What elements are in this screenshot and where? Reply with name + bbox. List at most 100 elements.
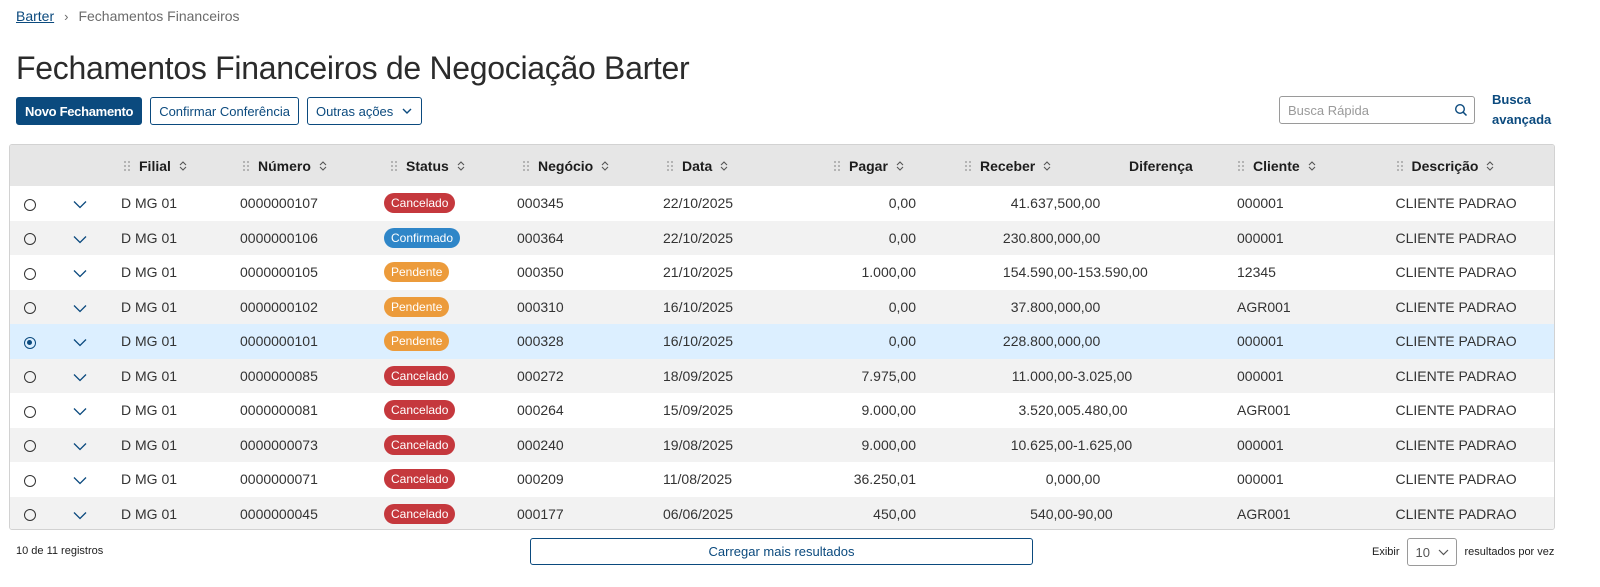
page-size-select[interactable]: 10 (1406, 538, 1457, 566)
sort-icon[interactable] (179, 160, 187, 172)
cell-negocio: 000240 (517, 436, 564, 453)
drag-handle-icon[interactable] (123, 160, 131, 172)
cell-diferenca: 0,00 (1073, 471, 1101, 488)
cell-pagar: 0,00 (888, 229, 916, 246)
cell-spacer (1100, 462, 1237, 497)
sort-icon[interactable] (1043, 160, 1051, 172)
column-header-descricao[interactable]: Descrição (1396, 145, 1555, 186)
advanced-search-link[interactable]: Busca avançada (1492, 90, 1562, 130)
cell-status: Cancelado (384, 497, 517, 530)
row-expand-cell (57, 186, 121, 221)
cell-numero: 0000000073 (240, 436, 318, 453)
chevron-down-icon[interactable] (73, 476, 87, 485)
chevron-down-icon[interactable] (73, 200, 87, 209)
cell-negocio: 000364 (517, 229, 564, 246)
drag-handle-icon[interactable] (666, 160, 674, 172)
chevron-down-icon (1438, 549, 1448, 556)
drag-handle-icon[interactable] (964, 160, 972, 172)
sort-icon[interactable] (319, 160, 327, 172)
new-closing-button[interactable]: Novo Fechamento (16, 97, 143, 125)
table-row[interactable]: D MG 01 0000000073 Cancelado 000240 19/0… (10, 427, 1554, 462)
cell-receber: 11.000,00 (1011, 367, 1073, 384)
cell-cliente: AGR001 (1237, 298, 1291, 315)
breadcrumb-link-barter[interactable]: Barter (16, 8, 54, 24)
cell-receber: 540,00 (1030, 505, 1073, 522)
table-row[interactable]: D MG 01 0000000107 Cancelado 000345 22/1… (10, 186, 1554, 221)
cell-negocio: 000264 (517, 402, 564, 419)
drag-handle-icon[interactable] (390, 160, 398, 172)
select-column-header (10, 145, 57, 186)
chevron-down-icon[interactable] (73, 338, 87, 347)
table-row[interactable]: D MG 01 0000000102 Pendente 000310 16/10… (10, 289, 1554, 324)
cell-filial: D MG 01 (121, 367, 178, 384)
chevron-down-icon[interactable] (73, 235, 87, 244)
quick-search-field[interactable] (1279, 96, 1475, 124)
row-select-radio[interactable] (24, 440, 36, 453)
load-more-button[interactable]: Carregar mais resultados (530, 538, 1033, 565)
chevron-down-icon[interactable] (73, 373, 87, 382)
sort-icon[interactable] (1486, 160, 1494, 172)
table-row[interactable]: D MG 01 0000000106 Confirmado 000364 22/… (10, 220, 1554, 255)
cell-negocio: 000350 (517, 264, 564, 281)
row-select-radio[interactable] (24, 509, 36, 522)
sort-icon[interactable] (601, 160, 609, 172)
cell-receber: 3.520,00 (1018, 402, 1074, 419)
search-icon[interactable] (1454, 103, 1468, 117)
row-select-radio[interactable] (24, 336, 36, 349)
cell-numero: 0000000081 (240, 402, 318, 419)
status-badge: Cancelado (384, 503, 456, 524)
row-select-radio[interactable] (24, 371, 36, 384)
table-row[interactable]: D MG 01 0000000071 Cancelado 000209 11/0… (10, 462, 1554, 497)
cell-status: Cancelado (384, 393, 517, 428)
row-select-radio[interactable] (24, 302, 36, 315)
column-header-cliente[interactable]: Cliente (1237, 145, 1396, 186)
status-badge: Pendente (384, 331, 450, 352)
sort-icon[interactable] (896, 160, 904, 172)
drag-handle-icon[interactable] (833, 160, 841, 172)
cell-filial: D MG 01 (121, 402, 178, 419)
column-header-numero[interactable]: Número (240, 145, 384, 186)
cell-receber: 41.637,50 (1010, 195, 1073, 212)
cell-data: 19/08/2025 (663, 436, 734, 453)
column-header-filial[interactable]: Filial (121, 145, 240, 186)
row-expand-cell (57, 324, 121, 359)
table-row[interactable]: D MG 01 0000000101 Pendente 000328 16/10… (10, 324, 1554, 359)
row-select-radio[interactable] (24, 233, 36, 246)
other-actions-dropdown[interactable]: Outras ações (306, 97, 423, 125)
column-header-pagar[interactable]: Pagar (773, 145, 916, 186)
table-row[interactable]: D MG 01 0000000085 Cancelado 000272 18/0… (10, 358, 1554, 393)
page-size-control: Exibir 10 resultados por vez (1372, 538, 1554, 566)
cell-descricao: CLIENTE PADRAO (1395, 264, 1517, 281)
confirm-check-button[interactable]: Confirmar Conferência (150, 97, 299, 125)
chevron-down-icon[interactable] (73, 304, 87, 313)
cell-descricao: CLIENTE PADRAO (1395, 436, 1517, 453)
column-header-status[interactable]: Status (384, 145, 517, 186)
cell-spacer (1100, 186, 1237, 221)
drag-handle-icon[interactable] (522, 160, 530, 172)
drag-handle-icon[interactable] (1396, 160, 1404, 172)
drag-handle-icon[interactable] (1237, 160, 1245, 172)
chevron-down-icon[interactable] (73, 442, 87, 451)
sort-icon[interactable] (720, 160, 728, 172)
row-select-radio[interactable] (24, 267, 36, 280)
sort-icon[interactable] (457, 160, 465, 172)
page-title: Fechamentos Financeiros de Negociação Ba… (16, 50, 690, 86)
column-label: Descrição (1411, 157, 1479, 174)
column-header-diferenca[interactable]: Diferença (1073, 145, 1193, 186)
row-select-radio[interactable] (24, 405, 36, 418)
chevron-down-icon[interactable] (73, 269, 87, 278)
column-header-negocio[interactable]: Negócio (517, 145, 663, 186)
cell-numero: 0000000105 (240, 264, 318, 281)
chevron-down-icon[interactable] (73, 511, 87, 520)
sort-icon[interactable] (1308, 160, 1316, 172)
table-row[interactable]: D MG 01 0000000045 Cancelado 000177 06/0… (10, 496, 1554, 530)
chevron-down-icon[interactable] (73, 407, 87, 416)
row-select-radio[interactable] (24, 474, 36, 487)
drag-handle-icon[interactable] (242, 160, 250, 172)
table-row[interactable]: D MG 01 0000000081 Cancelado 000264 15/0… (10, 393, 1554, 428)
quick-search-input[interactable] (1286, 101, 1450, 119)
column-header-receber[interactable]: Receber (916, 145, 1073, 186)
row-select-radio[interactable] (24, 198, 36, 211)
table-row[interactable]: D MG 01 0000000105 Pendente 000350 21/10… (10, 255, 1554, 290)
column-header-data[interactable]: Data (663, 145, 773, 186)
